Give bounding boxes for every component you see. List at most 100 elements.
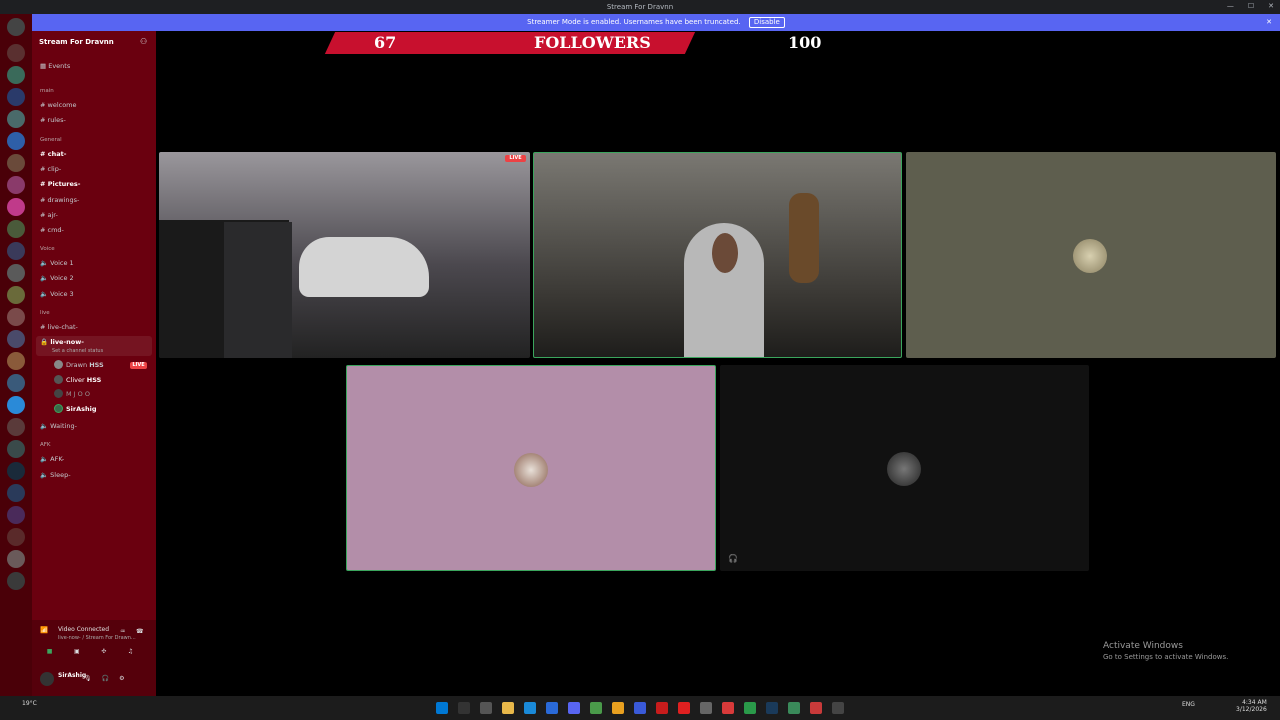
- activity-icon[interactable]: ✣: [101, 648, 106, 655]
- server-icon[interactable]: [7, 528, 25, 546]
- server-icon[interactable]: [7, 264, 25, 282]
- tile-user-speaking[interactable]: [346, 365, 716, 571]
- file-explorer-icon[interactable]: [502, 702, 514, 714]
- server-icon[interactable]: [7, 132, 25, 150]
- screen-share-icon[interactable]: ▣: [74, 648, 80, 655]
- category-main[interactable]: main: [40, 88, 54, 94]
- server-icon[interactable]: [7, 66, 25, 84]
- category-general[interactable]: General: [40, 137, 62, 143]
- server-icon[interactable]: [7, 286, 25, 304]
- voice-user-drawn[interactable]: Drawn HSS: [66, 361, 104, 369]
- channel-live-chat[interactable]: # live-chat-: [40, 323, 78, 331]
- server-icon[interactable]: [7, 88, 25, 106]
- search-icon[interactable]: [458, 702, 470, 714]
- language-indicator[interactable]: ENG: [1182, 701, 1195, 708]
- channel-ajr[interactable]: # ajr-: [40, 211, 58, 219]
- username[interactable]: SirAshig: [58, 672, 86, 679]
- headphones-icon[interactable]: 🎧: [102, 675, 109, 682]
- server-icon[interactable]: [7, 484, 25, 502]
- channel-status[interactable]: Set a channel status: [52, 348, 103, 354]
- voice-user-mjoo[interactable]: M J O O: [66, 390, 90, 398]
- channel-voice3[interactable]: 🔈 Voice 3: [40, 290, 74, 298]
- discord-icon[interactable]: [568, 702, 580, 714]
- clock[interactable]: 4:34 AM 3/12/2026: [1236, 699, 1267, 713]
- channel-rules[interactable]: # rules-: [40, 116, 66, 124]
- store-icon[interactable]: [546, 702, 558, 714]
- noise-icon[interactable]: ♒: [120, 628, 125, 635]
- settings-icon[interactable]: [700, 702, 712, 714]
- server-icon[interactable]: [7, 506, 25, 524]
- app-icon[interactable]: [810, 702, 822, 714]
- server-icon[interactable]: [7, 572, 25, 590]
- server-icon[interactable]: [7, 176, 25, 194]
- steam-icon[interactable]: [766, 702, 778, 714]
- server-icon[interactable]: [7, 308, 25, 326]
- server-icon[interactable]: [7, 110, 25, 128]
- settings-icon[interactable]: ⚙: [119, 675, 124, 682]
- server-name[interactable]: Stream For Dravnn: [39, 38, 114, 46]
- channel-live-now[interactable]: 🔒 live-now-: [40, 338, 84, 346]
- server-icon[interactable]: [7, 154, 25, 172]
- disable-button[interactable]: Disable: [748, 17, 785, 28]
- channel-welcome[interactable]: # welcome: [40, 101, 77, 109]
- copilot-icon[interactable]: [480, 702, 492, 714]
- app-icon[interactable]: [722, 702, 734, 714]
- server-icon[interactable]: [7, 418, 25, 436]
- server-icon[interactable]: [7, 242, 25, 260]
- tile-user-dark[interactable]: 🎧: [720, 365, 1089, 571]
- xbox-icon[interactable]: [744, 702, 756, 714]
- stream-tile-drawn[interactable]: LIVE: [159, 152, 530, 358]
- events-item[interactable]: ▦ Events: [40, 62, 70, 70]
- channel-chat[interactable]: # chat-: [40, 150, 66, 158]
- tile-user-avatar[interactable]: [906, 152, 1276, 358]
- maximize-icon[interactable]: ☐: [1248, 2, 1254, 10]
- category-afk[interactable]: AFK: [40, 442, 51, 448]
- voice-user-cliver[interactable]: Cliver HSS: [66, 376, 101, 384]
- close-banner-icon[interactable]: ✕: [1266, 14, 1272, 31]
- minimize-icon[interactable]: —: [1227, 2, 1234, 10]
- app-icon[interactable]: [832, 702, 844, 714]
- acrobat-icon[interactable]: [656, 702, 668, 714]
- channel-sleep[interactable]: 🔈 Sleep-: [40, 471, 71, 479]
- invite-icon[interactable]: ⚇: [140, 37, 147, 46]
- camera-icon[interactable]: ■: [47, 648, 53, 655]
- server-icon[interactable]: [7, 352, 25, 370]
- server-icon[interactable]: [7, 550, 25, 568]
- server-icon[interactable]: [7, 462, 25, 480]
- channel-clip[interactable]: # clip-: [40, 165, 61, 173]
- server-icon[interactable]: [7, 198, 25, 216]
- server-icon[interactable]: [7, 220, 25, 238]
- weather-temp[interactable]: 19°C: [22, 700, 37, 707]
- server-icon[interactable]: [7, 440, 25, 458]
- server-icon[interactable]: [7, 396, 25, 414]
- voice-user-sirashig[interactable]: SirAshig: [66, 405, 97, 413]
- app-icon[interactable]: [612, 702, 624, 714]
- voice-status[interactable]: Video Connected: [58, 626, 109, 633]
- channel-pictures[interactable]: # Pictures-: [40, 180, 80, 188]
- chrome-icon[interactable]: [590, 702, 602, 714]
- category-live[interactable]: live: [40, 310, 50, 316]
- server-icon[interactable]: [7, 330, 25, 348]
- app-icon[interactable]: [788, 702, 800, 714]
- channel-drawings[interactable]: # drawings-: [40, 196, 79, 204]
- app-icon[interactable]: [634, 702, 646, 714]
- avatar[interactable]: [40, 672, 54, 686]
- mic-icon[interactable]: 🎙: [84, 675, 92, 682]
- server-icon[interactable]: [7, 374, 25, 392]
- app-icon[interactable]: [678, 702, 690, 714]
- home-icon[interactable]: [7, 18, 25, 36]
- camera-tile-cliver[interactable]: [533, 152, 902, 358]
- channel-afk[interactable]: 🔈 AFK-: [40, 455, 64, 463]
- category-voice[interactable]: Voice: [40, 246, 55, 252]
- edge-icon[interactable]: [524, 702, 536, 714]
- channel-cmd[interactable]: # cmd-: [40, 226, 64, 234]
- disconnect-icon[interactable]: ☎: [136, 628, 143, 635]
- channel-voice2[interactable]: 🔈 Voice 2: [40, 274, 74, 282]
- voice-location[interactable]: live-now- / Stream For Drawn...: [58, 635, 136, 641]
- start-icon[interactable]: [436, 702, 448, 714]
- channel-voice1[interactable]: 🔈 Voice 1: [40, 259, 74, 267]
- channel-waiting[interactable]: 🔈 Waiting-: [40, 422, 77, 430]
- server-icon[interactable]: [7, 44, 25, 62]
- soundboard-icon[interactable]: ♫: [128, 648, 133, 655]
- close-icon[interactable]: ✕: [1268, 2, 1274, 10]
